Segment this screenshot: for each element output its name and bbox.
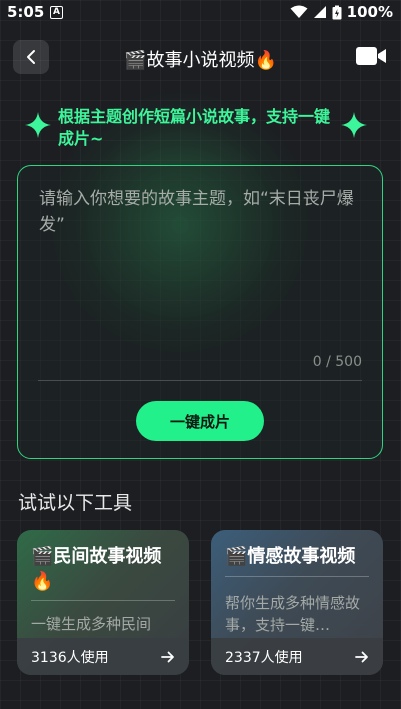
tool-card-desc: 帮你生成多种情感故事，支持一键… [225, 594, 361, 634]
tool-card-footer: 2337人使用 [211, 638, 383, 675]
notification-icon: A [50, 6, 63, 19]
tools-section-title: 试试以下工具 [18, 492, 133, 514]
wifi-icon [290, 5, 308, 18]
tool-card-usage: 3136人使用 [31, 649, 109, 666]
status-right-group: 100% [290, 3, 393, 21]
fire-emoji-icon: 🔥 [254, 50, 277, 71]
tool-card-folk-story[interactable]: 🎬民间故事视频 🔥 一键生成多种民间 3136人使用 [17, 530, 189, 675]
battery-icon [332, 5, 342, 19]
clapper-emoji-icon: 🎬 [31, 546, 54, 567]
video-camera-icon [356, 47, 386, 65]
tool-card-usage: 2337人使用 [225, 649, 303, 666]
tool-card-title-text: 民间故事视频 [53, 546, 162, 567]
tool-card-divider [225, 576, 369, 577]
page-title: 🎬故事小说视频🔥 [0, 46, 401, 72]
arrow-right-icon[interactable] [355, 651, 369, 663]
tool-card-divider [31, 600, 175, 601]
clapper-emoji-icon: 🎬 [225, 546, 248, 567]
status-time: 5:05 [7, 3, 45, 21]
arrow-right-icon[interactable] [161, 651, 175, 663]
tool-card-title-text: 情感故事视频 [247, 546, 356, 567]
battery-percent: 100% [346, 3, 393, 21]
tool-card-footer: 3136人使用 [17, 638, 189, 675]
sparkle-icon [341, 112, 367, 138]
clapper-emoji-icon: 🎬 [124, 50, 147, 71]
char-counter: 0 / 500 [312, 354, 362, 370]
input-divider [38, 380, 362, 381]
story-input-card: 请输入你想要的故事主题，如“末日丧尸爆发” 0 / 500 一键成片 [17, 165, 383, 459]
one-click-generate-button[interactable]: 一键成片 [136, 401, 264, 441]
tagline: 根据主题创作短篇小说故事，支持一键成片~ [58, 107, 331, 148]
video-record-button[interactable] [355, 44, 387, 68]
signal-icon [313, 6, 326, 18]
tool-card-emotion-story[interactable]: 🎬情感故事视频 帮你生成多种情感故事，支持一键… 2337人使用 [211, 530, 383, 675]
tool-card-title: 🎬情感故事视频 [225, 544, 375, 569]
sparkle-icon [25, 112, 51, 138]
status-bar: 5:05 A 100% [0, 0, 401, 26]
fire-emoji-icon: 🔥 [31, 571, 54, 592]
story-topic-input[interactable]: 请输入你想要的故事主题，如“末日丧尸爆发” [39, 186, 367, 238]
page-title-text: 故事小说视频 [146, 50, 255, 71]
tool-card-title: 🎬民间故事视频 🔥 [31, 544, 181, 594]
tool-card-desc: 一键生成多种民间 [31, 615, 152, 633]
